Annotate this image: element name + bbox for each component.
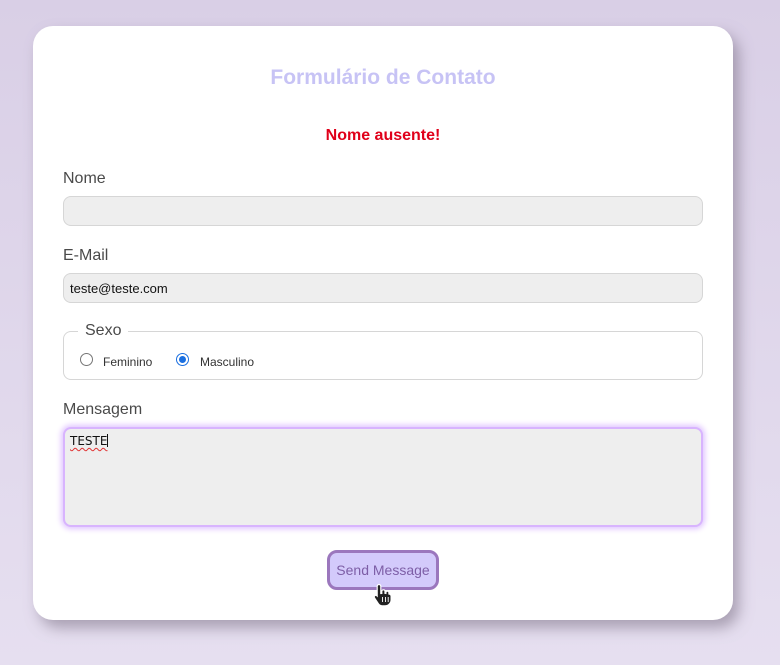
radio-feminino[interactable] bbox=[80, 353, 93, 366]
message-textarea[interactable]: TESTE bbox=[63, 427, 703, 527]
message-text: TESTE bbox=[70, 434, 108, 448]
message-label: Mensagem bbox=[63, 401, 143, 418]
text-caret bbox=[107, 434, 109, 447]
hand-pointer-icon bbox=[373, 583, 392, 607]
error-message: Nome ausente! bbox=[325, 127, 441, 144]
sexo-fieldset: Sexo Feminino Masculino bbox=[63, 322, 703, 380]
email-input[interactable] bbox=[63, 273, 703, 303]
radio-feminino-label[interactable]: Feminino bbox=[103, 355, 152, 369]
radio-masculino[interactable] bbox=[176, 353, 189, 366]
sexo-legend: Sexo bbox=[78, 322, 129, 340]
email-label: E-Mail bbox=[63, 247, 109, 264]
name-label: Nome bbox=[63, 170, 106, 187]
contact-form-card: Formulário de Contato Nome ausente! Nome… bbox=[33, 26, 733, 620]
name-input[interactable] bbox=[63, 196, 703, 226]
form-title: Formulário de Contato bbox=[270, 66, 496, 89]
radio-masculino-label[interactable]: Masculino bbox=[200, 355, 254, 369]
